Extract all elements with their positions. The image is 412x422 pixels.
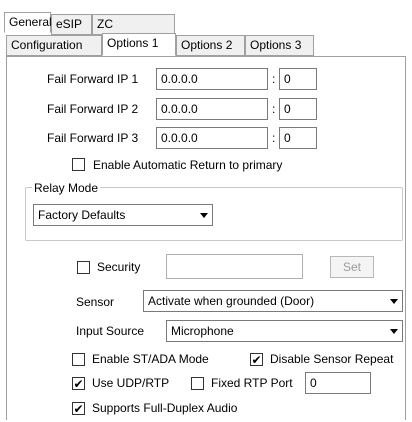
security-set-button[interactable]: Set: [330, 256, 374, 278]
tab-configuration[interactable]: Configuration: [6, 35, 102, 56]
input-source-select[interactable]: Microphone: [166, 320, 403, 342]
fail-forward-ip-2-label: Fail Forward IP 2: [47, 102, 139, 116]
full-duplex-checkbox[interactable]: ✔: [72, 402, 85, 415]
fail-forward-port-2-field[interactable]: 0: [279, 98, 317, 120]
security-label: Security: [97, 260, 141, 274]
fail-forward-port-3-field[interactable]: 0: [279, 127, 317, 149]
chevron-down-icon: [195, 205, 212, 225]
fixed-rtp-port-field[interactable]: 0: [305, 372, 371, 394]
input-source-value: Microphone: [171, 324, 234, 338]
relay-mode-select[interactable]: Factory Defaults: [33, 204, 213, 226]
relay-mode-group-label: Relay Mode: [32, 180, 101, 196]
security-field[interactable]: [166, 254, 303, 279]
st-ada-checkbox[interactable]: [72, 353, 85, 366]
use-udp-rtp-label: Use UDP/RTP: [92, 376, 170, 390]
tab-esip[interactable]: eSIP: [51, 14, 92, 35]
tab-options-1[interactable]: Options 1: [102, 33, 176, 56]
st-ada-label: Enable ST/ADA Mode: [92, 352, 209, 366]
use-udp-rtp-checkbox[interactable]: ✔: [72, 377, 85, 390]
fail-forward-ip-1-field[interactable]: 0.0.0.0: [156, 68, 268, 90]
fail-forward-ip-2-colon: :: [272, 102, 276, 116]
sensor-select[interactable]: Activate when grounded (Door): [143, 290, 403, 312]
fail-forward-ip-3-label: Fail Forward IP 3: [47, 131, 139, 145]
fail-forward-ip-1-colon: :: [272, 72, 276, 86]
fail-forward-ip-2-field[interactable]: 0.0.0.0: [156, 98, 268, 120]
fail-forward-port-1-field[interactable]: 0: [279, 68, 317, 90]
relay-mode-value: Factory Defaults: [38, 208, 126, 222]
chevron-down-icon: [385, 321, 402, 341]
fail-forward-ip-3-colon: :: [272, 131, 276, 145]
tab-options-2[interactable]: Options 2: [176, 35, 245, 56]
enable-auto-return-label: Enable Automatic Return to primary: [93, 158, 283, 172]
disable-sensor-repeat-label: Disable Sensor Repeat: [270, 352, 394, 366]
fixed-rtp-port-checkbox[interactable]: [191, 377, 204, 390]
fail-forward-ip-3-field[interactable]: 0.0.0.0: [156, 127, 268, 149]
disable-sensor-repeat-checkbox[interactable]: ✔: [250, 353, 263, 366]
full-duplex-label: Supports Full-Duplex Audio: [92, 401, 238, 415]
sensor-value: Activate when grounded (Door): [148, 294, 315, 308]
tab-general[interactable]: General: [4, 12, 52, 33]
sensor-label: Sensor: [76, 295, 115, 309]
tab-zc[interactable]: ZC: [92, 14, 175, 35]
fail-forward-ip-1-label: Fail Forward IP 1: [47, 72, 139, 86]
enable-auto-return-checkbox[interactable]: [72, 158, 85, 171]
chevron-down-icon: [385, 291, 402, 311]
security-checkbox[interactable]: [77, 261, 90, 274]
input-source-label: Input Source: [76, 324, 145, 338]
tab-options-3[interactable]: Options 3: [245, 35, 314, 56]
fixed-rtp-port-label: Fixed RTP Port: [211, 376, 293, 390]
